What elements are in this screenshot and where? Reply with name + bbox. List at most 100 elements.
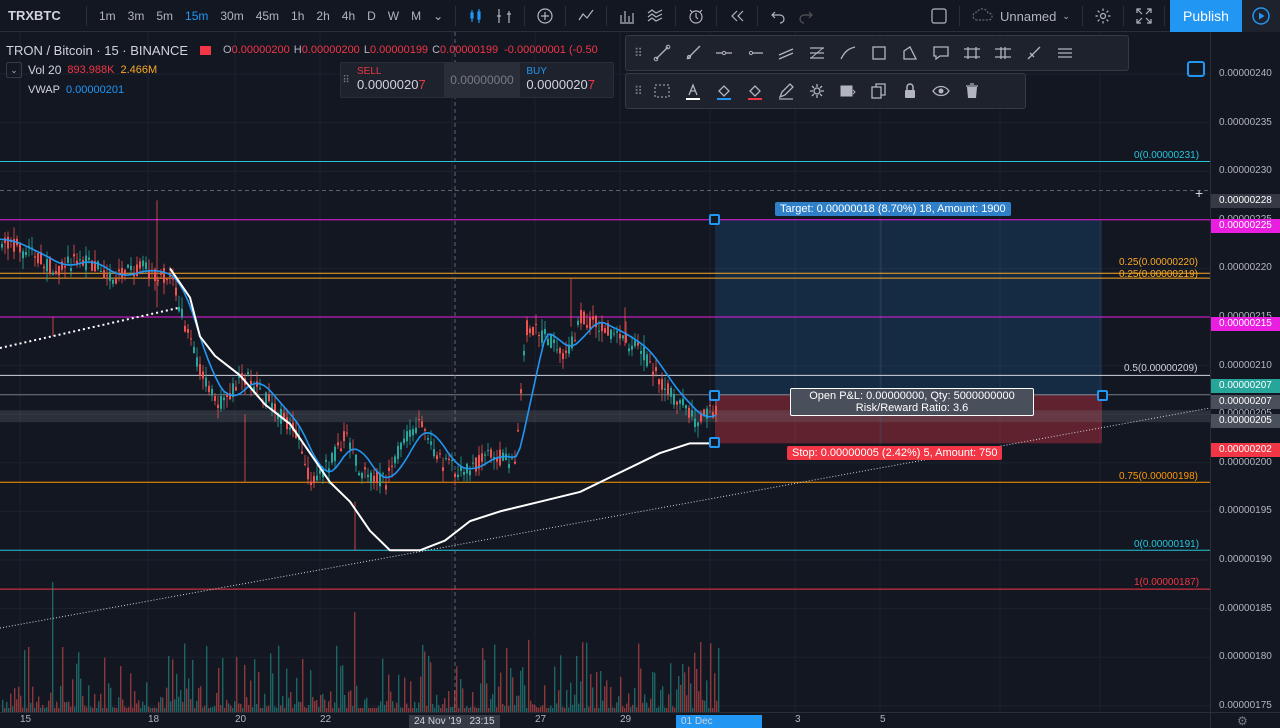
add-price-line-icon[interactable]: + [1195,186,1203,200]
entry-handle[interactable] [709,390,720,401]
line-style-icon[interactable] [647,77,678,105]
bar-replay-icon[interactable] [723,2,751,30]
divider [716,5,718,26]
candle-body [403,438,405,444]
fullscreen-toggle-icon[interactable] [925,2,953,30]
buy-button[interactable]: BUY 0.00000207 [520,63,613,97]
volume-bar [254,659,256,712]
volume-bar [30,702,32,712]
settings-gear-icon[interactable]: ⚙ [1237,714,1248,728]
stop-label[interactable]: Stop: 0.00000005 (2.42%) 5, Amount: 750 [787,446,1003,460]
interval-5m[interactable]: 5m [150,9,179,23]
stop-handle[interactable] [709,437,720,448]
legend-main-row: TRON / Bitcoin · 15 · BINANCE O0.0000020… [6,40,598,60]
collapse-icon[interactable]: ⌄ [6,62,22,78]
candle-style-icon[interactable] [462,2,490,30]
volume-bar [314,701,316,712]
candle-body [550,334,552,348]
legend-symbol-title[interactable]: TRON / Bitcoin · 15 · BINANCE [6,43,188,58]
horizontal-line-icon[interactable] [709,39,740,67]
volume-bar [196,700,198,712]
trash-icon[interactable] [957,77,988,105]
path-icon[interactable] [895,39,926,67]
candle-body [664,388,666,390]
drag-handle-icon[interactable]: ⠿ [630,46,647,60]
volume-bar [576,655,578,712]
candle-body [601,323,603,332]
settings-icon[interactable] [802,77,833,105]
redo-icon[interactable] [792,2,820,30]
visibility-icon[interactable] [926,77,957,105]
text-color-icon[interactable] [678,77,709,105]
volume-bar [78,652,80,712]
lock-icon[interactable] [895,77,926,105]
background-color-icon[interactable] [740,77,771,105]
target-handle[interactable] [709,214,720,225]
brush-icon[interactable] [833,39,864,67]
play-icon[interactable] [1242,0,1280,32]
price-tick-label: 0.00000200 [1219,456,1272,468]
ray-icon[interactable] [678,39,709,67]
fib-retracement-icon[interactable] [802,39,833,67]
volume-bar [110,687,112,712]
volume-bar [280,705,282,712]
interval-m[interactable]: M [405,9,427,23]
publish-button[interactable]: Publish [1170,0,1242,32]
price-axis[interactable]: 0.00000240 0.00000235 0.00000230 0.00000225… [1210,32,1280,712]
volume-bar [438,705,440,712]
compare-icon[interactable] [490,2,518,30]
rectangle-icon[interactable] [864,39,895,67]
symbol-search[interactable]: TRXBTC [0,8,80,23]
templates-icon[interactable] [641,2,669,30]
layout-name-button[interactable]: Unnamed ⌄ [966,7,1076,25]
interval-4h[interactable]: 4h [336,9,361,23]
visual-order-icon[interactable] [833,77,864,105]
candle-body [193,346,195,354]
undo-icon[interactable] [764,2,792,30]
candle-body [313,476,315,484]
financials-icon[interactable] [613,2,641,30]
pencil-icon[interactable] [771,77,802,105]
volume-bar [88,685,90,712]
interval-w[interactable]: W [382,9,405,23]
width-handle[interactable] [1097,390,1108,401]
volume-bar [198,687,200,712]
drag-handle-icon[interactable]: ⠿ [341,63,351,97]
horizontal-ray-icon[interactable] [740,39,771,67]
interval-30m[interactable]: 30m [214,9,249,23]
drag-handle-icon[interactable]: ⠿ [630,84,647,98]
volume-bar [320,695,322,712]
trend-line-icon[interactable] [647,39,678,67]
fullscreen-icon[interactable] [1130,2,1158,30]
interval-45m[interactable]: 45m [250,9,285,23]
volume-bar [82,696,84,712]
chart-settings-icon[interactable] [1187,61,1205,77]
target-label[interactable]: Target: 0.00000018 (8.70%) 18, Amount: 1… [775,202,1011,216]
parallel-channel-icon[interactable] [771,39,802,67]
fill-color-icon[interactable] [709,77,740,105]
interval-1m[interactable]: 1m [93,9,122,23]
short-position-icon[interactable] [988,39,1019,67]
alert-icon[interactable] [682,2,710,30]
interval-2h[interactable]: 2h [310,9,335,23]
interval-15m[interactable]: 15m [179,9,214,23]
chevron-down-icon[interactable]: ⌄ [427,9,449,23]
add-indicator-icon[interactable] [531,2,559,30]
settings-gear-icon[interactable] [1089,2,1117,30]
sell-button[interactable]: SELL 0.00000207 [351,63,444,97]
indicators-icon[interactable] [572,2,600,30]
volume-bar [502,703,504,712]
interval-1h[interactable]: 1h [285,9,310,23]
pitchfork-icon[interactable] [1019,39,1050,67]
volume-bar [586,642,588,712]
interval-3m[interactable]: 3m [122,9,151,23]
chart-pane[interactable] [0,32,1210,712]
interval-d[interactable]: D [361,9,382,23]
clone-icon[interactable] [864,77,895,105]
time-axis[interactable]: 15 18 20 22 27 29 3 5 24 Nov '1923:15 01 Dec '190… [0,712,1210,728]
pnl-label[interactable]: Open P&L: 0.00000000, Qty: 5000000000 Ri… [790,388,1034,416]
callout-icon[interactable] [926,39,957,67]
more-tools-icon[interactable] [1050,39,1081,67]
volume-bar [640,668,642,712]
long-position-icon[interactable] [957,39,988,67]
